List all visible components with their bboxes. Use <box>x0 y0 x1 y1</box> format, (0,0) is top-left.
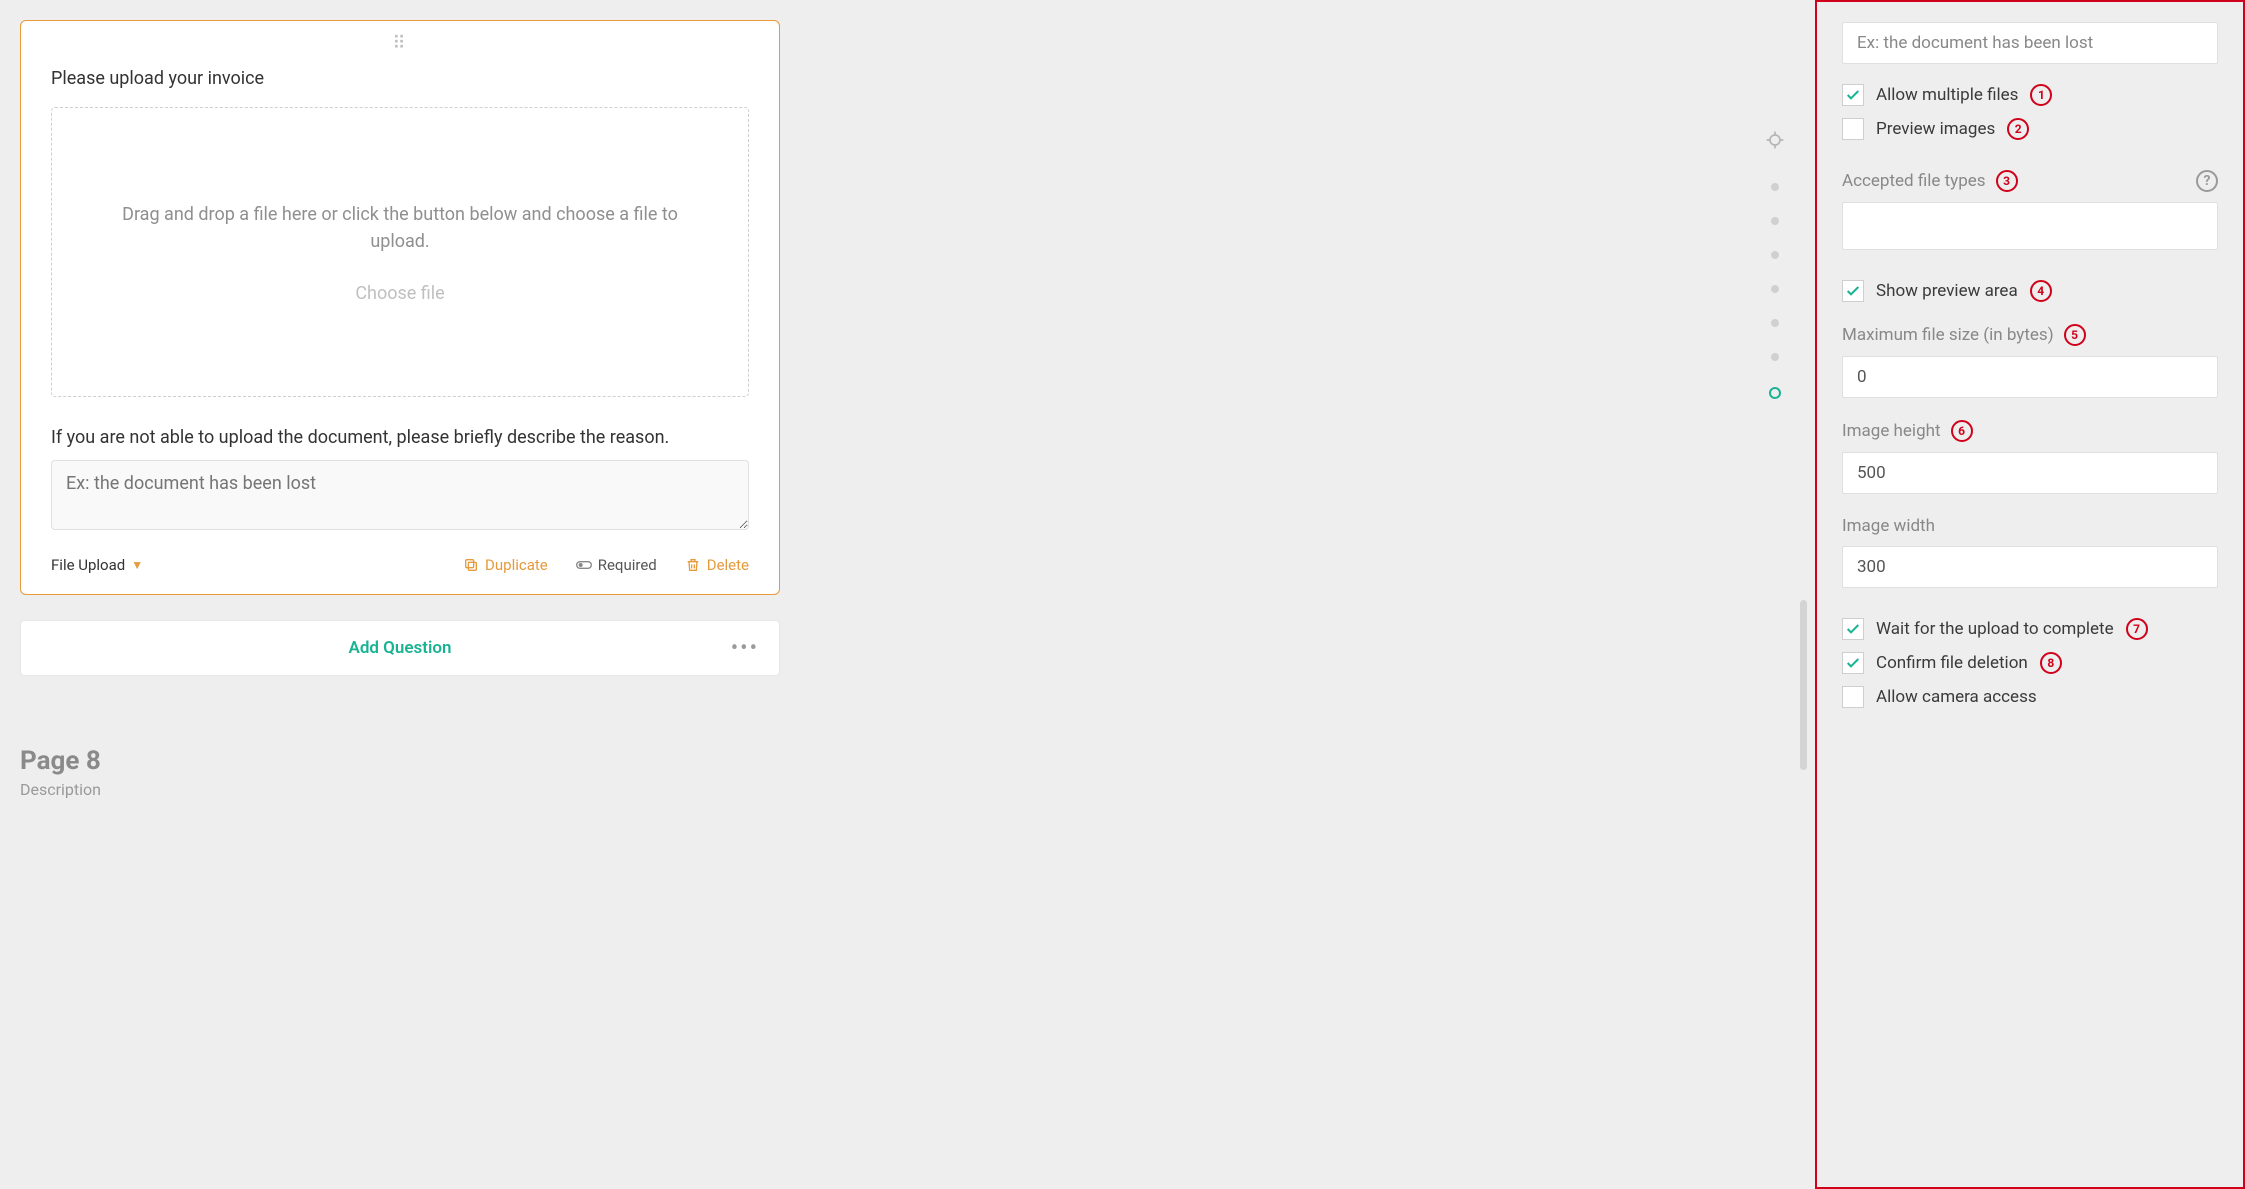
annotation-badge: 2 <box>2007 118 2029 140</box>
wait-upload-checkbox[interactable] <box>1842 618 1864 640</box>
page-description: Description <box>20 780 780 799</box>
show-preview-label: Show preview area <box>1876 281 2018 301</box>
image-height-input[interactable] <box>1842 452 2218 494</box>
trash-icon <box>685 557 701 573</box>
confirm-delete-label: Confirm file deletion <box>1876 653 2028 673</box>
properties-panel: Allow multiple files 1 Preview images 2 … <box>1815 0 2245 1189</box>
allow-multiple-label: Allow multiple files <box>1876 85 2018 105</box>
show-preview-checkbox[interactable] <box>1842 280 1864 302</box>
nav-dot[interactable] <box>1771 217 1779 225</box>
max-size-input[interactable] <box>1842 356 2218 398</box>
allow-multiple-checkbox[interactable] <box>1842 84 1864 106</box>
add-question-bar: Add Question ••• <box>20 620 780 676</box>
preview-images-label: Preview images <box>1876 119 1995 139</box>
confirm-delete-checkbox[interactable] <box>1842 652 1864 674</box>
locate-icon[interactable] <box>1765 130 1785 155</box>
accepted-types-input[interactable] <box>1842 202 2218 250</box>
file-dropzone[interactable]: Drag and drop a file here or click the b… <box>51 107 749 397</box>
max-size-label: Maximum file size (in bytes) <box>1842 325 2054 345</box>
image-height-label: Image height <box>1842 421 1941 441</box>
nav-dot-active[interactable] <box>1769 387 1781 399</box>
placeholder-text-input[interactable] <box>1842 22 2218 64</box>
choose-file-button[interactable]: Choose file <box>355 283 444 304</box>
annotation-badge: 7 <box>2126 618 2148 640</box>
drag-handle-icon[interactable]: ⠿ <box>392 33 407 54</box>
annotation-badge: 1 <box>2030 84 2052 106</box>
question-title[interactable]: Please upload your invoice <box>51 68 749 89</box>
nav-dot[interactable] <box>1771 319 1779 327</box>
nav-dot[interactable] <box>1771 251 1779 259</box>
more-options-button[interactable]: ••• <box>731 636 759 661</box>
page-block[interactable]: Page 8 Description <box>20 746 780 799</box>
preview-images-checkbox[interactable] <box>1842 118 1864 140</box>
toggle-icon <box>576 557 592 573</box>
annotation-badge: 4 <box>2030 280 2052 302</box>
page-navigator <box>1765 130 1785 399</box>
image-width-input[interactable] <box>1842 546 2218 588</box>
help-icon[interactable]: ? <box>2196 170 2218 192</box>
sub-question-text[interactable]: If you are not able to upload the docume… <box>51 427 749 448</box>
camera-access-label: Allow camera access <box>1876 687 2037 707</box>
image-width-label: Image width <box>1842 516 1935 536</box>
nav-dot[interactable] <box>1771 353 1779 361</box>
required-toggle[interactable]: Required <box>576 556 657 574</box>
copy-icon <box>463 557 479 573</box>
question-type-dropdown[interactable]: File Upload ▼ <box>51 556 143 574</box>
reason-textarea[interactable] <box>51 460 749 530</box>
wait-upload-label: Wait for the upload to complete <box>1876 619 2114 639</box>
accepted-types-label: Accepted file types <box>1842 171 1986 191</box>
annotation-badge: 3 <box>1996 170 2018 192</box>
duplicate-button[interactable]: Duplicate <box>463 556 548 574</box>
nav-dot[interactable] <box>1771 183 1779 191</box>
annotation-badge: 8 <box>2040 652 2062 674</box>
page-title: Page 8 <box>20 746 780 776</box>
question-card[interactable]: ⠿ Please upload your invoice Drag and dr… <box>20 20 780 595</box>
annotation-badge: 6 <box>1951 420 1973 442</box>
annotation-badge: 5 <box>2064 324 2086 346</box>
caret-down-icon: ▼ <box>131 558 143 572</box>
nav-dot[interactable] <box>1771 285 1779 293</box>
add-question-button[interactable]: Add Question <box>348 638 451 658</box>
delete-button[interactable]: Delete <box>685 556 749 574</box>
camera-access-checkbox[interactable] <box>1842 686 1864 708</box>
scrollbar-thumb[interactable] <box>1800 600 1807 770</box>
question-type-label: File Upload <box>51 556 125 574</box>
dropzone-hint: Drag and drop a file here or click the b… <box>112 201 688 255</box>
